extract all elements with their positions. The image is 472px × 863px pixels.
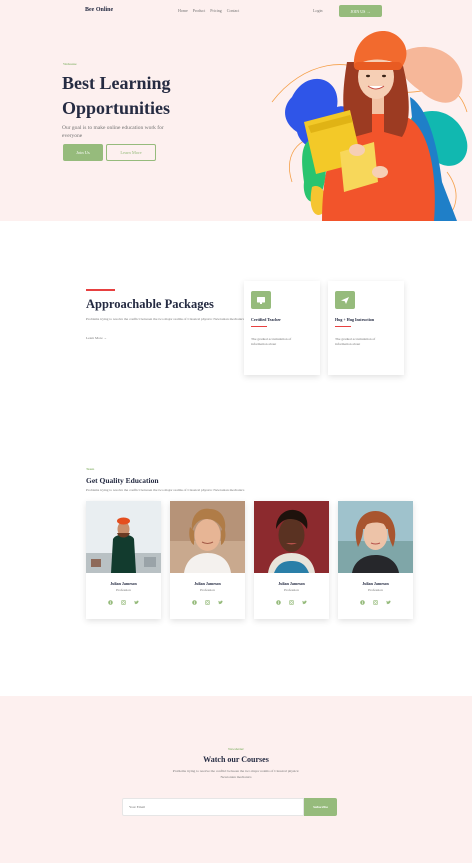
member-photo bbox=[338, 501, 413, 573]
member-name: Julian Jameson bbox=[110, 581, 137, 586]
member-name: Julian Jameson bbox=[362, 581, 389, 586]
member-photo bbox=[86, 501, 161, 573]
team-member-card[interactable]: Julian Jameson Profession bbox=[86, 501, 161, 619]
menu-item-pricing[interactable]: Pricing bbox=[210, 8, 222, 13]
twitter-icon[interactable] bbox=[302, 599, 308, 605]
member-socials bbox=[170, 599, 245, 605]
instagram-icon[interactable] bbox=[205, 599, 211, 605]
team-description: Problems trying to resolve the conflict … bbox=[86, 488, 245, 492]
card-title: Hug + Hug Instruction bbox=[335, 317, 375, 322]
twitter-icon[interactable] bbox=[386, 599, 392, 605]
instagram-icon[interactable] bbox=[373, 599, 379, 605]
monitor-icon bbox=[251, 291, 271, 309]
member-name: Julian Jameson bbox=[278, 581, 305, 586]
member-role: Profession bbox=[368, 588, 383, 592]
member-role: Profession bbox=[284, 588, 299, 592]
facebook-icon[interactable] bbox=[192, 599, 198, 605]
member-photo bbox=[170, 501, 245, 573]
team-member-card[interactable]: Julian Jameson Profession bbox=[170, 501, 245, 619]
facebook-icon[interactable] bbox=[360, 599, 366, 605]
instagram-icon[interactable] bbox=[289, 599, 295, 605]
member-role: Profession bbox=[116, 588, 131, 592]
top-navbar: Bee Online Home Product Pricing Contact … bbox=[0, 0, 472, 22]
member-name: Julian Jameson bbox=[194, 581, 221, 586]
feature-card-certified-teacher[interactable]: Certified Teacher The gradual accumulati… bbox=[244, 281, 320, 375]
member-socials bbox=[338, 599, 413, 605]
packages-learn-more-link[interactable]: Learn More → bbox=[86, 336, 107, 340]
menu-item-home[interactable]: Home bbox=[178, 8, 188, 13]
team-member-card[interactable]: Julian Jameson Profession bbox=[254, 501, 329, 619]
paper-plane-icon bbox=[335, 291, 355, 309]
join-us-hero-button[interactable]: Join Us bbox=[63, 144, 103, 161]
card-description: The gradual accumulation of information … bbox=[251, 337, 292, 346]
newsletter-description: Problems trying to resolve the conflict … bbox=[172, 769, 300, 779]
main-menu: Home Product Pricing Contact bbox=[178, 8, 239, 13]
twitter-icon[interactable] bbox=[218, 599, 224, 605]
subscribe-button[interactable]: Subscribe bbox=[304, 798, 337, 816]
hero-title: Best Learning Opportunities bbox=[62, 73, 171, 118]
card-description: The gradual accumulation of information … bbox=[335, 337, 376, 346]
hero-tag: Welcome bbox=[63, 62, 77, 66]
instagram-icon[interactable] bbox=[121, 599, 127, 605]
card-accent-line bbox=[251, 326, 267, 327]
login-link[interactable]: Login bbox=[313, 8, 323, 13]
menu-item-contact[interactable]: Contact bbox=[227, 8, 239, 13]
team-title: Get Quality Education bbox=[86, 476, 159, 485]
team-tag: Team bbox=[86, 467, 95, 471]
menu-item-product[interactable]: Product bbox=[193, 8, 205, 13]
packages-accent-line bbox=[86, 289, 115, 291]
newsletter-tag: Newsletter bbox=[228, 747, 244, 751]
learn-more-button[interactable]: Learn More bbox=[106, 144, 156, 161]
member-role: Profession bbox=[200, 588, 215, 592]
newsletter-section: Newsletter Watch our Courses Problems tr… bbox=[0, 696, 472, 863]
packages-description: Problems trying to resolve the conflict … bbox=[86, 317, 245, 321]
team-member-card[interactable]: Julian Jameson Profession bbox=[338, 501, 413, 619]
feature-card-hug-instruction[interactable]: Hug + Hug Instruction The gradual accumu… bbox=[328, 281, 404, 375]
facebook-icon[interactable] bbox=[276, 599, 282, 605]
email-field[interactable] bbox=[122, 798, 304, 816]
twitter-icon[interactable] bbox=[134, 599, 140, 605]
card-accent-line bbox=[335, 326, 351, 327]
member-socials bbox=[254, 599, 329, 605]
hero-section: Welcome Best Learning Opportunities Our … bbox=[0, 22, 472, 221]
card-title: Certified Teacher bbox=[251, 317, 281, 322]
member-socials bbox=[86, 599, 161, 605]
hero-description: Our goal is to make online education wor… bbox=[62, 125, 164, 139]
member-photo bbox=[254, 501, 329, 573]
facebook-icon[interactable] bbox=[108, 599, 114, 605]
newsletter-title: Watch our Courses bbox=[203, 755, 269, 764]
join-us-button[interactable]: JOIN US → bbox=[339, 5, 382, 17]
packages-title: Approachable Packages bbox=[86, 297, 214, 311]
brand-logo[interactable]: Bee Online bbox=[85, 7, 113, 13]
hero-student-illustration bbox=[271, 31, 468, 221]
